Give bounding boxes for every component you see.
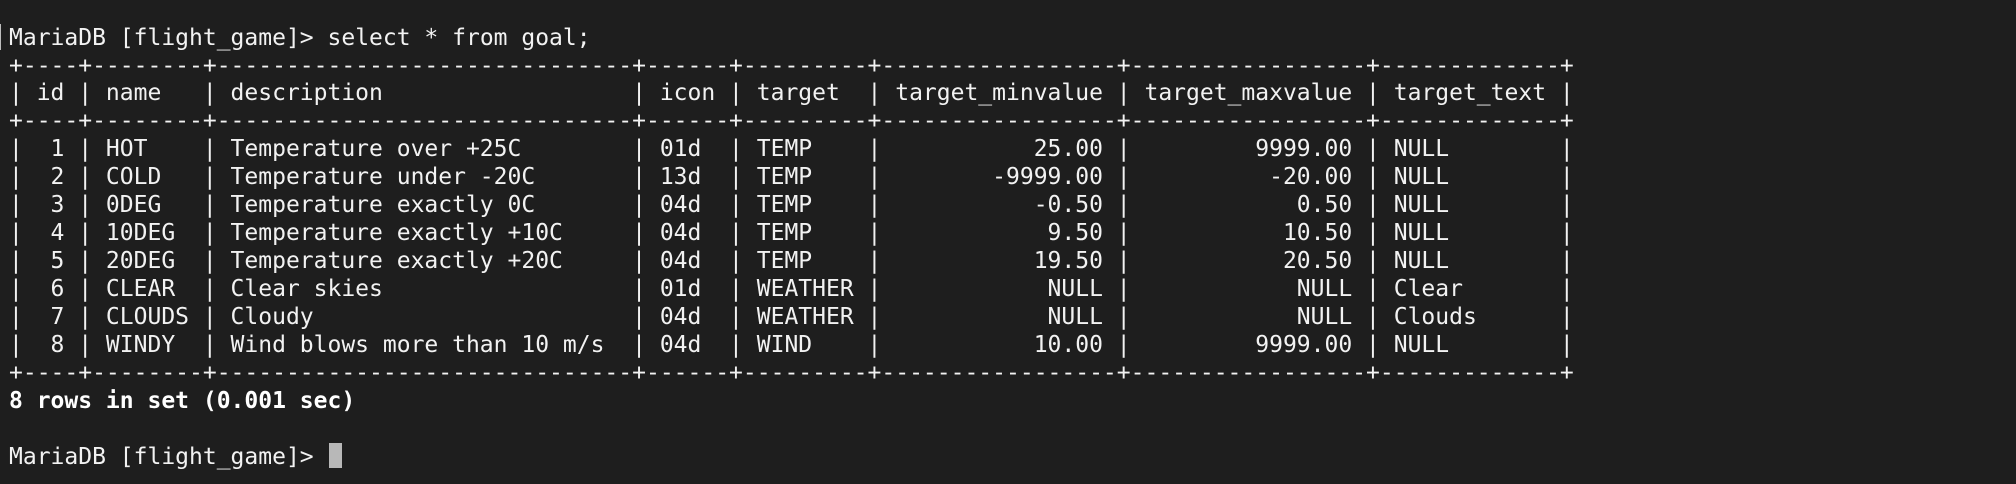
table-row: | 2 | COLD | Temperature under -20C | 13… [9,164,1574,190]
table-header-row: | id | name | description | icon | targe… [9,80,1574,106]
table-row: | 7 | CLOUDS | Cloudy | 04d | WEATHER | … [9,304,1574,330]
table-row: | 6 | CLEAR | Clear skies | 01d | WEATHE… [9,276,1574,302]
prompt: MariaDB [flight_game]> [9,444,328,470]
terminal-window[interactable]: MariaDB [flight_game]> select * from goa… [0,0,2016,484]
table-border-bottom: +----+--------+-------------------------… [9,360,1574,386]
input-line[interactable]: MariaDB [flight_game]> [9,443,342,471]
table-border-mid: +----+--------+-------------------------… [9,108,1574,134]
table-row: | 1 | HOT | Temperature over +25C | 01d … [9,136,1574,162]
command-text: select * from goal; [327,25,591,51]
table-row: | 3 | 0DEG | Temperature exactly 0C | 04… [9,192,1574,218]
table-row: | 8 | WINDY | Wind blows more than 10 m/… [9,332,1574,358]
text-cursor [328,443,342,468]
prompt: MariaDB [flight_game]> [9,25,328,51]
command-line: MariaDB [flight_game]> select * from goa… [9,24,591,52]
table-row: | 5 | 20DEG | Temperature exactly +20C |… [9,248,1574,274]
result-summary: 8 rows in set (0.001 sec) [9,388,356,414]
table-row: | 4 | 10DEG | Temperature exactly +10C |… [9,220,1574,246]
table-border-top: +----+--------+-------------------------… [9,53,1574,79]
selection-marker [0,24,3,50]
